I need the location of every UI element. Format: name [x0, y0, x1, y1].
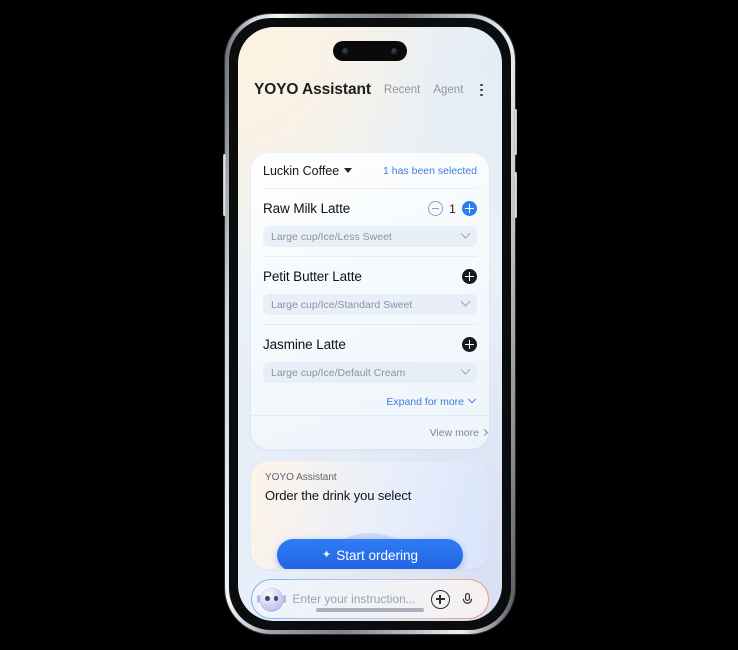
- tab-agent[interactable]: Agent: [433, 84, 463, 96]
- chevron-right-icon: [480, 428, 489, 437]
- item-name: Petit Butter Latte: [263, 269, 362, 284]
- volume-down-button[interactable]: [514, 172, 517, 218]
- chevron-down-icon: [460, 364, 471, 375]
- item-spec-select[interactable]: Large cup/Ice/Standard Sweet: [263, 294, 477, 315]
- quantity-stepper[interactable]: 1: [428, 201, 477, 216]
- item-name: Raw Milk Latte: [263, 201, 351, 216]
- home-indicator[interactable]: [316, 608, 424, 612]
- plus-circle-icon[interactable]: [462, 337, 477, 352]
- view-more-button[interactable]: View more: [251, 415, 489, 449]
- avatar-eye-right: [274, 595, 279, 601]
- view-more-label: View more: [429, 426, 479, 439]
- shop-selector[interactable]: Luckin Coffee: [263, 163, 353, 178]
- face-sensor-icon: [391, 47, 398, 55]
- chevron-down-icon: [467, 394, 477, 404]
- list-item: Jasmine Latte Large cup/Ice/Default Crea…: [263, 324, 477, 383]
- avatar-ear-right: [283, 594, 287, 603]
- caret-down-icon: [344, 168, 353, 173]
- item-quantity: 1: [449, 201, 456, 216]
- item-spec-select[interactable]: Large cup/Ice/Default Cream: [263, 362, 477, 383]
- instruction-input-bar: Enter your instruction...: [251, 579, 489, 619]
- app-header: YOYO Assistant Recent Agent: [238, 73, 502, 107]
- chevron-down-icon: [460, 228, 471, 239]
- avatar-eye-left: [265, 595, 270, 601]
- phone-screen: YOYO Assistant Recent Agent Luckin Coffe…: [238, 27, 502, 621]
- item-header-row: Raw Milk Latte 1: [263, 198, 477, 219]
- dynamic-island: [333, 41, 407, 61]
- input-inner: Enter your instruction...: [252, 580, 488, 618]
- item-spec-label: Large cup/Ice/Standard Sweet: [271, 298, 413, 311]
- phone-device: YOYO Assistant Recent Agent Luckin Coffe…: [223, 14, 517, 634]
- sparkle-icon: ✦: [321, 548, 332, 561]
- selected-count-note: 1 has been selected: [383, 164, 477, 177]
- list-item: Raw Milk Latte 1 Large cup/Ice/Less Swee…: [263, 189, 477, 247]
- item-spec-label: Large cup/Ice/Default Cream: [271, 366, 406, 379]
- expand-label: Expand for more: [386, 396, 464, 408]
- front-camera-icon: [342, 47, 349, 55]
- order-card: Luckin Coffee 1 has been selected Raw Mi…: [251, 153, 489, 449]
- tab-recent[interactable]: Recent: [384, 84, 420, 96]
- screenshot-stage: YOYO Assistant Recent Agent Luckin Coffe…: [0, 0, 738, 650]
- shop-name-label: Luckin Coffee: [263, 163, 340, 178]
- search-input[interactable]: Enter your instruction...: [292, 592, 422, 606]
- assistant-avatar-icon[interactable]: [257, 586, 287, 612]
- microphone-icon[interactable]: [458, 590, 477, 609]
- conversation-content: Luckin Coffee 1 has been selected Raw Mi…: [238, 113, 502, 621]
- item-spec-select[interactable]: Large cup/Ice/Less Sweet: [263, 226, 477, 247]
- item-header-row: Jasmine Latte: [263, 334, 477, 355]
- avatar-ear-left: [257, 594, 261, 603]
- item-name: Jasmine Latte: [263, 337, 346, 352]
- chevron-down-icon: [460, 296, 471, 307]
- list-item: Petit Butter Latte Large cup/Ice/Standar…: [263, 256, 477, 315]
- expand-for-more-button[interactable]: Expand for more: [263, 394, 477, 408]
- power-button[interactable]: [223, 154, 226, 216]
- assistant-message-card: YOYO Assistant Order the drink you selec…: [251, 461, 489, 569]
- volume-up-button[interactable]: [514, 109, 517, 155]
- assistant-message-text: Order the drink you select: [265, 488, 412, 503]
- minus-circle-icon[interactable]: [428, 201, 443, 216]
- shop-row: Luckin Coffee 1 has been selected: [263, 153, 477, 189]
- plus-circle-icon[interactable]: [462, 269, 477, 284]
- assistant-name-label: YOYO Assistant: [265, 472, 337, 483]
- page-title: YOYO Assistant: [254, 81, 371, 98]
- item-header-row: Petit Butter Latte: [263, 266, 477, 287]
- phone-bezel: YOYO Assistant Recent Agent Luckin Coffe…: [229, 18, 511, 630]
- kebab-menu-icon[interactable]: [477, 80, 486, 101]
- plus-circle-icon[interactable]: [462, 201, 477, 216]
- item-spec-label: Large cup/Ice/Less Sweet: [271, 230, 392, 243]
- start-ordering-button[interactable]: ✦ Start ordering: [277, 539, 463, 569]
- start-ordering-label: Start ordering: [336, 547, 418, 563]
- add-attachment-button[interactable]: [430, 589, 450, 609]
